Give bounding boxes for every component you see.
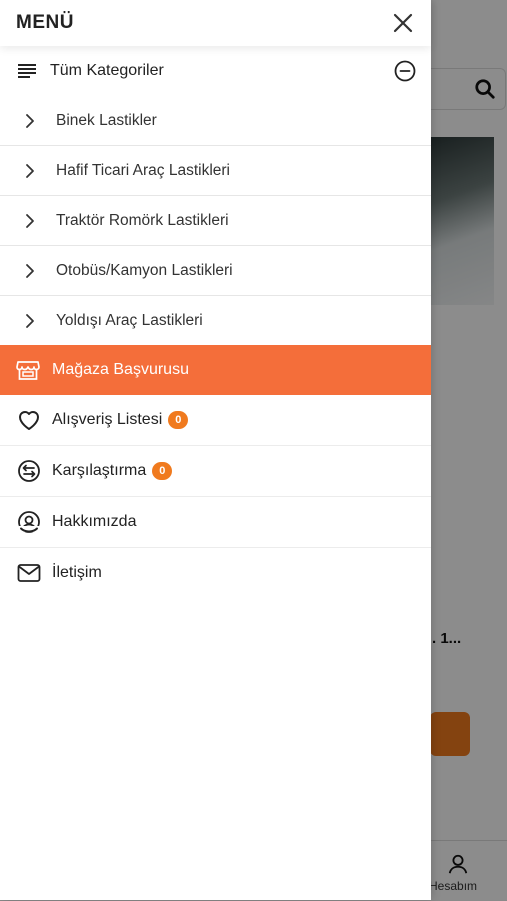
heart-icon	[16, 408, 42, 432]
contact-link[interactable]: İletişim	[0, 548, 431, 598]
store-application-label: Mağaza Başvurusu	[52, 361, 189, 378]
chevron-right-icon	[24, 213, 40, 229]
chevron-right-icon	[24, 163, 40, 179]
about-label: Hakkımızda	[52, 513, 137, 530]
store-application-link[interactable]: Mağaza Başvurusu	[0, 345, 431, 395]
chevron-right-icon	[24, 263, 40, 279]
store-icon	[16, 361, 40, 380]
close-icon	[393, 13, 413, 33]
compare-label: Karşılaştırma	[52, 462, 147, 479]
category-label: Hafif Ticari Araç Lastikleri	[56, 161, 230, 179]
shopping-list-label: Alışveriş Listesi	[52, 411, 163, 428]
shopping-list-count-badge: 0	[168, 411, 189, 429]
user-circle-icon	[16, 510, 42, 534]
drawer-title: MENÜ	[16, 12, 74, 33]
compare-count-badge: 0	[152, 462, 173, 480]
chevron-right-icon	[24, 313, 40, 329]
collapse-categories-button[interactable]	[393, 59, 417, 83]
category-label: Traktör Romörk Lastikleri	[56, 211, 229, 229]
contact-label: İletişim	[52, 564, 102, 581]
category-label: Binek Lastikler	[56, 111, 157, 129]
category-item-yoldisi[interactable]: Yoldışı Araç Lastikleri	[0, 296, 431, 345]
minus-circle-icon	[394, 60, 416, 82]
category-label: Yoldışı Araç Lastikleri	[56, 311, 203, 329]
all-categories-label: Tüm Kategoriler	[50, 62, 164, 79]
category-item-otobus-kamyon[interactable]: Otobüs/Kamyon Lastikleri	[0, 246, 431, 296]
side-menu-drawer: MENÜ Tüm Kategoriler Binek Lastikler Haf…	[0, 0, 431, 900]
mail-icon	[16, 561, 42, 585]
category-item-traktor[interactable]: Traktör Romörk Lastikleri	[0, 196, 431, 246]
compare-link[interactable]: Karşılaştırma 0	[0, 446, 431, 497]
chevron-right-icon	[24, 113, 40, 129]
compare-icon	[16, 459, 42, 483]
category-label: Otobüs/Kamyon Lastikleri	[56, 261, 233, 279]
category-item-hafif-ticari[interactable]: Hafif Ticari Araç Lastikleri	[0, 146, 431, 196]
list-icon	[18, 64, 36, 78]
close-button[interactable]	[392, 12, 414, 34]
about-link[interactable]: Hakkımızda	[0, 497, 431, 548]
category-item-binek[interactable]: Binek Lastikler	[0, 96, 431, 146]
shopping-list-link[interactable]: Alışveriş Listesi 0	[0, 395, 431, 446]
all-categories-row[interactable]: Tüm Kategoriler	[0, 46, 431, 96]
drawer-header: MENÜ	[0, 0, 431, 46]
